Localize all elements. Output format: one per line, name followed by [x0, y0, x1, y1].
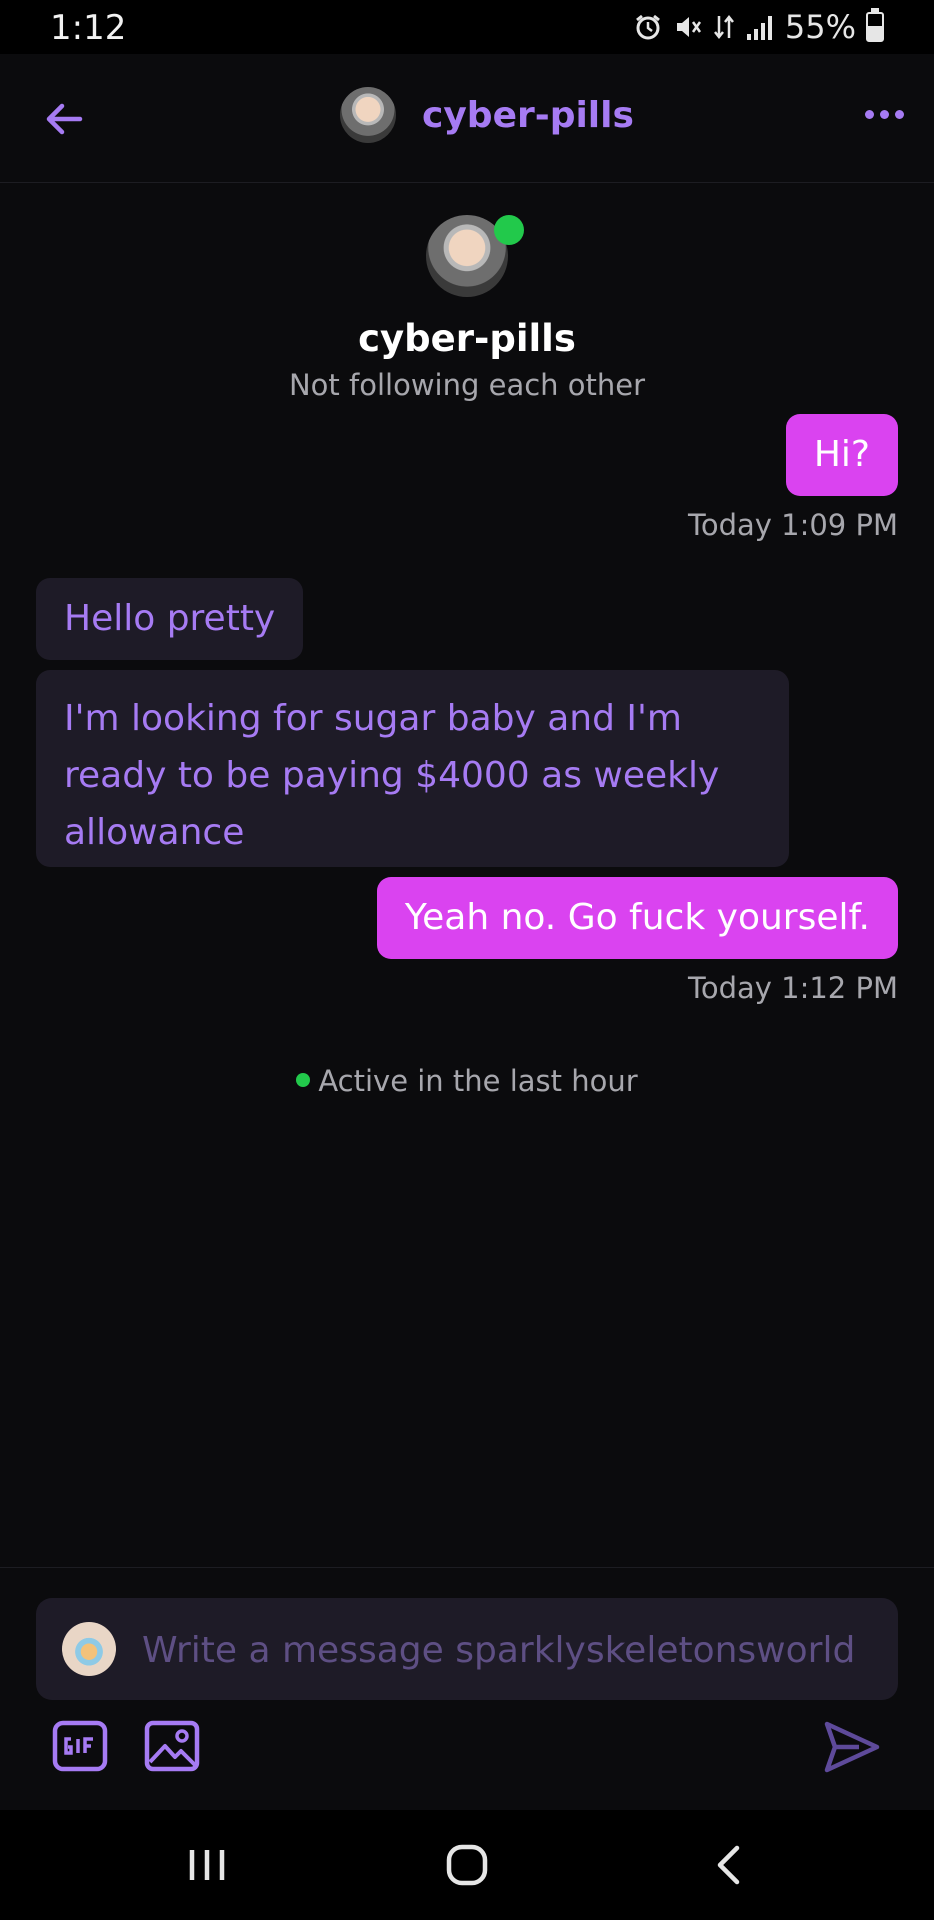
conversation-header: cyber-pills [0, 54, 934, 183]
message-timestamp: Today 1:12 PM [688, 971, 898, 1005]
my-avatar [62, 1622, 116, 1676]
signal-icon [745, 12, 775, 42]
message-timestamp: Today 1:09 PM [688, 508, 898, 542]
message-composer [36, 1598, 898, 1700]
profile-summary: cyber-pills Not following each other [0, 215, 934, 402]
message-input[interactable] [140, 1618, 884, 1682]
status-bar: 1:12 55% [0, 0, 934, 54]
back-button[interactable] [40, 94, 90, 144]
recent-apps-icon [189, 1850, 225, 1880]
message-line: I'm looking for sugar baby and I'm [64, 698, 682, 739]
message-bubble-received[interactable]: Hello pretty [36, 578, 304, 660]
message-line: ready to be paying $4000 as weekly [64, 755, 720, 796]
header-user[interactable]: cyber-pills [340, 87, 634, 143]
activity-status: Active in the last hour [0, 1064, 934, 1098]
header-username[interactable]: cyber-pills [422, 95, 634, 136]
send-button[interactable] [822, 1718, 882, 1776]
status-icons: 55% [633, 8, 884, 46]
gif-button[interactable] [52, 1720, 108, 1772]
data-icon [713, 12, 735, 42]
message-line: allowance [64, 812, 245, 853]
battery-percent: 55% [784, 8, 856, 46]
mute-icon [673, 12, 703, 42]
more-options-button[interactable] [860, 104, 908, 124]
relationship-status: Not following each other [288, 368, 646, 402]
image-button[interactable] [144, 1720, 200, 1772]
message-bubble-sent[interactable]: Hi? [785, 414, 898, 496]
online-indicator [494, 215, 524, 245]
arrow-left-icon [46, 103, 83, 135]
home-button[interactable] [442, 1840, 492, 1890]
composer-divider [0, 1567, 934, 1568]
more-horizontal-icon [864, 109, 874, 119]
home-icon [446, 1844, 488, 1886]
send-icon [824, 1721, 880, 1773]
battery-icon [866, 8, 884, 42]
image-icon [144, 1720, 200, 1772]
recent-apps-button[interactable] [182, 1840, 232, 1890]
status-time: 1:12 [50, 8, 127, 48]
message-bubble-received[interactable]: I'm looking for sugar baby and I'm ready… [36, 670, 789, 867]
back-nav-button[interactable] [705, 1840, 755, 1890]
alarm-icon [633, 12, 663, 42]
active-dot [296, 1073, 311, 1087]
message-bubble-sent[interactable]: Yeah no. Go fuck yourself. [376, 877, 898, 959]
profile-name[interactable]: cyber-pills [0, 317, 934, 360]
gif-icon [52, 1720, 108, 1772]
header-avatar[interactable] [340, 87, 396, 143]
back-icon [717, 1845, 740, 1885]
activity-text: Active in the last hour [318, 1064, 638, 1098]
system-nav-bar [0, 1810, 934, 1920]
